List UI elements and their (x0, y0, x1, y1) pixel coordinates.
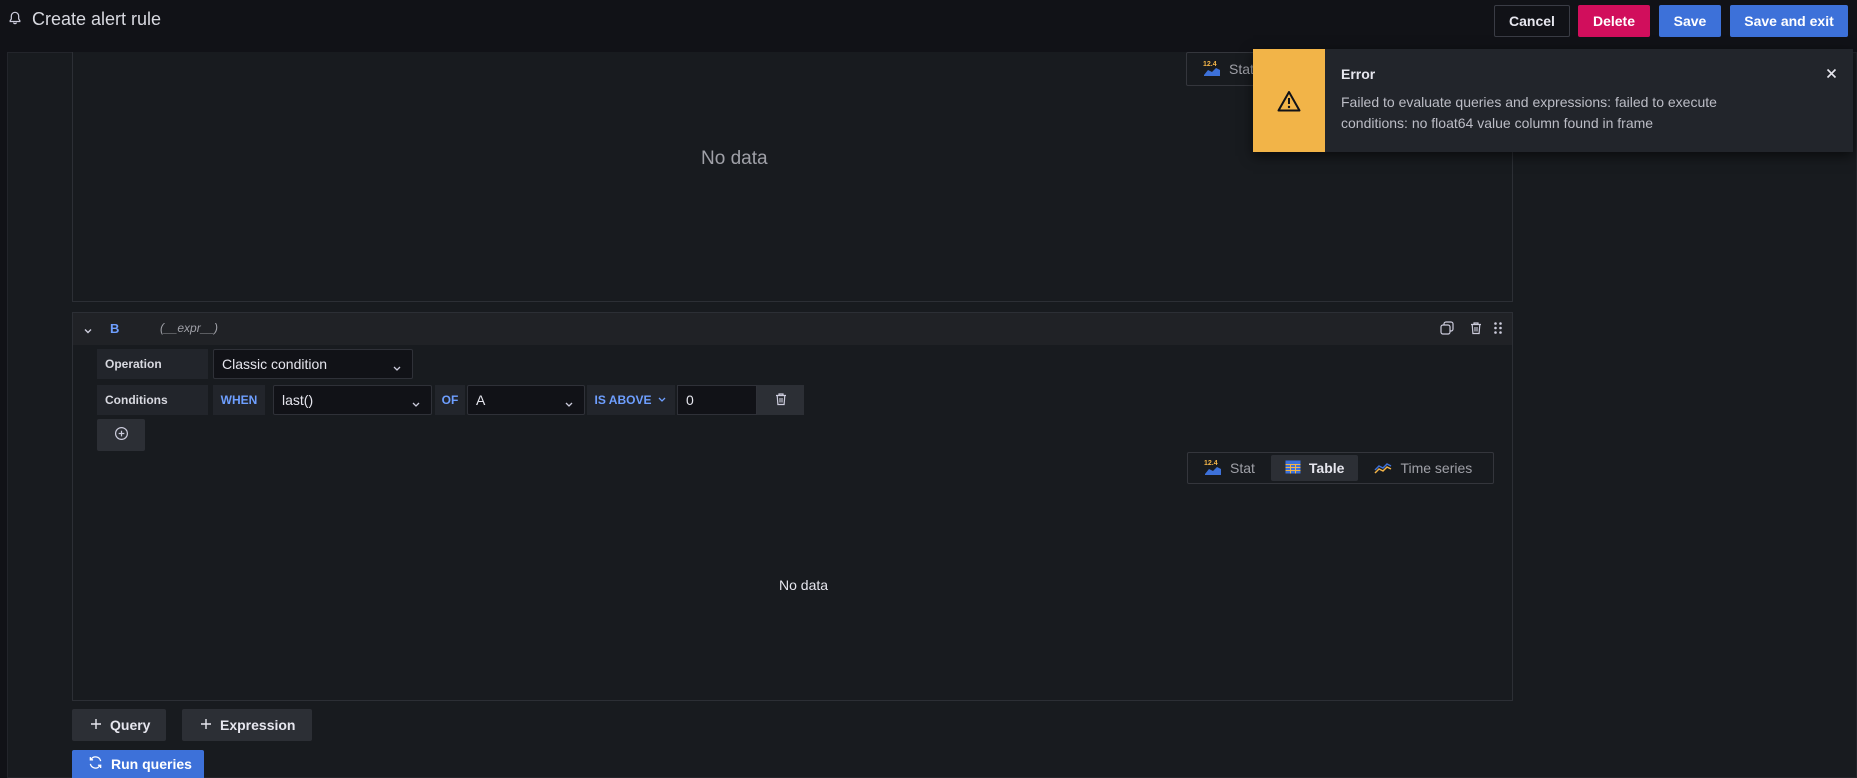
conditions-label: Conditions (97, 385, 208, 415)
viz-option-label: Time series (1400, 460, 1473, 476)
svg-text:12.4: 12.4 (1203, 61, 1217, 68)
viz-option-label: Table (1308, 460, 1345, 476)
save-and-exit-button[interactable]: Save and exit (1730, 5, 1848, 37)
query-type-label: (__expr__) (160, 321, 219, 335)
cancel-button[interactable]: Cancel (1494, 5, 1570, 37)
query-name[interactable]: B (110, 321, 119, 336)
plus-icon (90, 717, 102, 733)
evaluator-value: IS ABOVE (594, 393, 652, 407)
plus-icon (200, 717, 212, 733)
operation-label: Operation (97, 349, 208, 379)
viz-option-stat[interactable]: 12.4 Stat (1190, 455, 1269, 481)
add-expression-button[interactable]: Expression (182, 709, 312, 741)
stat-icon: 12.4 (1203, 59, 1221, 80)
run-queries-button[interactable]: Run queries (72, 750, 204, 778)
trash-icon[interactable] (1469, 321, 1483, 335)
toast-message: Failed to evaluate queries and expressio… (1341, 94, 1717, 131)
run-queries-label: Run queries (111, 756, 192, 772)
chevron-down-icon (564, 396, 574, 407)
page-title: Create alert rule (8, 9, 161, 30)
add-query-button[interactable]: Query (72, 709, 166, 741)
error-toast: Error Failed to evaluate queries and exp… (1253, 49, 1853, 152)
add-query-label: Query (110, 717, 151, 733)
of-keyword: OF (435, 385, 465, 415)
trash-icon (774, 392, 788, 409)
reducer-select[interactable]: last() (273, 385, 432, 415)
no-data-text: No data (701, 148, 768, 169)
threshold-input[interactable]: 0 (677, 385, 757, 415)
sync-icon (88, 755, 103, 773)
query-ref-value: A (476, 392, 486, 408)
delete-button[interactable]: Delete (1578, 5, 1650, 37)
when-keyword: WHEN (213, 385, 265, 415)
table-icon (1285, 460, 1301, 477)
time-series-icon (1374, 460, 1392, 477)
plus-circle-icon (114, 426, 129, 444)
stat-icon: 12.4 (1204, 458, 1222, 479)
remove-condition-button[interactable] (757, 385, 804, 415)
operation-value: Classic condition (222, 356, 328, 372)
viz-option-label: Stat (1229, 61, 1254, 77)
close-icon[interactable] (1823, 65, 1839, 81)
operation-select[interactable]: Classic condition (213, 349, 413, 379)
viz-option-label: Stat (1230, 460, 1255, 476)
evaluator-select[interactable]: IS ABOVE (587, 385, 675, 415)
duplicate-icon[interactable] (1440, 321, 1454, 335)
viz-switcher: 12.4 Stat Table Time series (1187, 452, 1494, 484)
query-ref-select[interactable]: A (467, 385, 585, 415)
viz-option-table[interactable]: Table (1270, 455, 1359, 481)
chevron-down-icon (411, 396, 421, 407)
chevron-down-icon[interactable] (83, 323, 93, 334)
chevron-down-icon (392, 360, 402, 371)
page-title-text: Create alert rule (32, 9, 162, 29)
top-bar: Create alert rule Cancel Delete Save Sav… (0, 0, 1857, 44)
add-expression-label: Expression (220, 717, 296, 733)
drag-handle-icon[interactable] (1491, 321, 1505, 335)
bell-icon (8, 9, 22, 30)
save-button[interactable]: Save (1659, 5, 1721, 37)
warning-icon (1253, 49, 1325, 152)
add-condition-button[interactable] (97, 419, 145, 451)
reducer-value: last() (282, 392, 314, 408)
viz-option-time-series[interactable]: Time series (1360, 455, 1486, 481)
toast-title: Error (1341, 66, 1376, 82)
no-data-text: No data (779, 577, 829, 593)
chevron-down-icon (657, 393, 667, 407)
svg-text:12.4: 12.4 (1204, 460, 1218, 467)
query-b-header[interactable]: B (__expr__) (73, 313, 1512, 345)
